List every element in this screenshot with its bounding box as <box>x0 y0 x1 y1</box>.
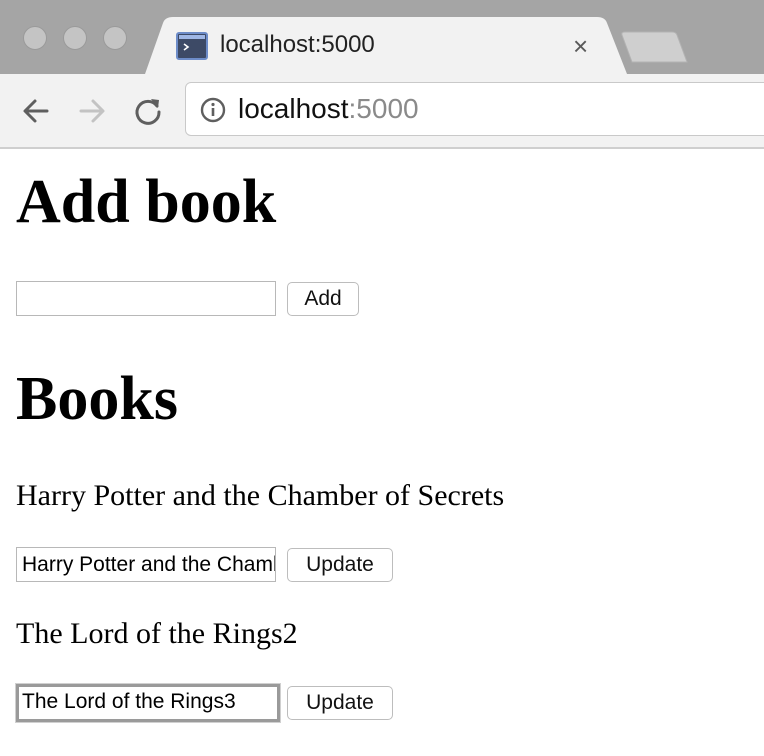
book-title-input[interactable]: The Lord of the Rings3 <box>16 684 280 722</box>
add-button[interactable]: Add <box>287 282 359 316</box>
browser-toolbar: localhost:5000 <box>0 74 764 149</box>
update-button[interactable]: Update <box>287 548 393 582</box>
add-book-input[interactable] <box>16 281 276 316</box>
forward-arrow-icon[interactable] <box>75 94 109 128</box>
url-port: :5000 <box>348 93 419 124</box>
info-icon[interactable] <box>200 97 226 123</box>
page-content: Add book Add Books Harry Potter and the … <box>0 149 764 756</box>
browser-titlebar: localhost:5000 × <box>0 0 764 74</box>
url-text: localhost:5000 <box>238 93 419 125</box>
back-arrow-icon[interactable] <box>19 94 53 128</box>
window-close-button[interactable] <box>23 26 47 50</box>
tab-title: localhost:5000 <box>220 31 375 58</box>
url-host: localhost <box>238 93 349 124</box>
books-heading: Books <box>16 365 178 433</box>
address-bar[interactable]: localhost:5000 <box>185 82 764 136</box>
tab-close-icon[interactable]: × <box>573 31 588 61</box>
terminal-favicon-icon <box>176 32 208 60</box>
add-book-heading: Add book <box>16 168 277 236</box>
reload-icon[interactable] <box>131 94 165 128</box>
update-button[interactable]: Update <box>287 686 393 720</box>
browser-tab[interactable]: localhost:5000 × <box>145 17 630 74</box>
window-maximize-button[interactable] <box>103 26 127 50</box>
window-minimize-button[interactable] <box>63 26 87 50</box>
book-title-input[interactable]: Harry Potter and the Chamber of Secrets <box>16 547 276 582</box>
book-title: The Lord of the Rings2 <box>16 617 298 650</box>
new-tab-button[interactable] <box>620 31 688 63</box>
tab-shape <box>145 17 627 74</box>
book-title: Harry Potter and the Chamber of Secrets <box>16 479 505 512</box>
